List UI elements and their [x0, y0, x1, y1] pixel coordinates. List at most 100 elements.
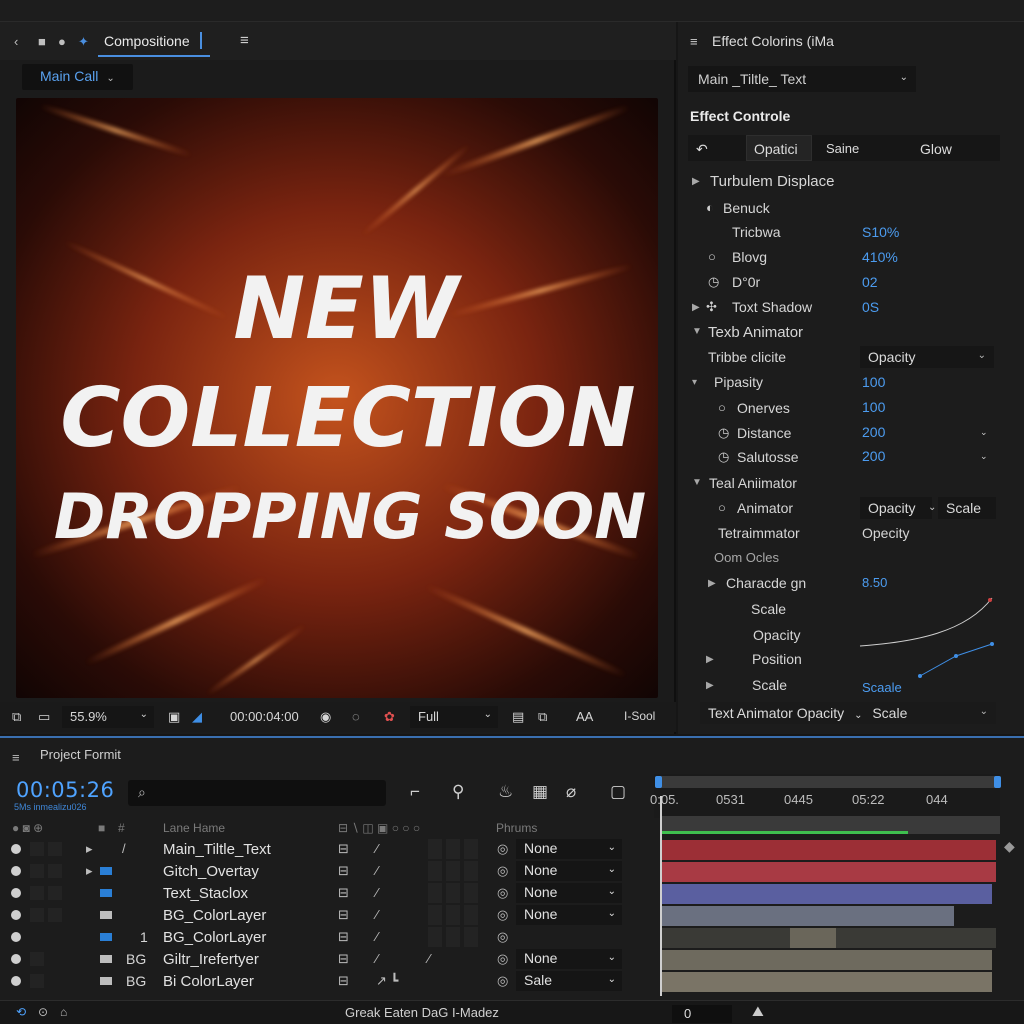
layer-search-input[interactable]: ⌕	[128, 780, 386, 806]
parent-select[interactable]: None ⌄	[516, 839, 622, 859]
layer-name[interactable]: Bi ColorLayer	[163, 973, 254, 990]
characde-label[interactable]: Characde gn	[726, 575, 806, 591]
draft-icon[interactable]: ⌂	[60, 1005, 67, 1019]
text-shadow-value[interactable]: 0S	[862, 299, 879, 315]
stopwatch-icon[interactable]: ◷	[718, 425, 729, 441]
blovg-value[interactable]: 410%	[862, 249, 898, 265]
track-bar[interactable]	[660, 840, 996, 860]
show-snapshot-icon[interactable]: ◌	[352, 709, 360, 724]
pickwhip-icon[interactable]: ◎	[497, 951, 508, 967]
visibility-eye-icon[interactable]	[11, 844, 21, 854]
brush-icon[interactable]: ⌀	[566, 782, 576, 802]
chevron-down-icon[interactable]: ⌄	[980, 451, 988, 462]
switch-cell[interactable]	[446, 883, 460, 903]
text-shadow-label[interactable]: Toxt Shadow	[732, 299, 812, 315]
aa-toggle[interactable]: AA	[576, 709, 593, 724]
switch-cell[interactable]	[464, 927, 478, 947]
circle-outline-icon[interactable]: ○	[718, 400, 726, 415]
layer-row[interactable]: ▸ Gitch_Overtay ⊟ ⁄ ◎ None ⌄	[0, 860, 650, 882]
resolution-dropdown[interactable]: Full ⌄	[410, 706, 498, 728]
layer-name[interactable]: Text_Staclox	[163, 885, 248, 902]
motion-blur-icon[interactable]: ♨	[498, 782, 513, 802]
solo-toggle[interactable]	[48, 908, 62, 922]
layer-name[interactable]: BG_ColorLayer	[163, 929, 266, 946]
shy-switch-icon[interactable]: ⊟	[338, 907, 349, 923]
label-color-swatch[interactable]	[100, 955, 112, 963]
layer-select[interactable]: Main _Tiltle_ Text ⌄	[688, 66, 916, 92]
safe-zone-icon[interactable]: ▣	[168, 709, 180, 725]
parent-select[interactable]: None ⌄	[516, 861, 622, 881]
pickwhip-icon[interactable]: ◎	[497, 929, 508, 945]
layer-row[interactable]: ▸ / Main_Tiltle_Text ⊟ ⁄ ◎ None ⌄	[0, 838, 650, 860]
shy-switch-icon[interactable]: ⊟	[338, 929, 349, 945]
render-toggle-icon[interactable]: ⟲	[16, 1005, 26, 1019]
switch-cell[interactable]	[428, 883, 442, 903]
zoom-dropdown[interactable]: 55.9% ⌄	[62, 706, 154, 728]
solo-toggle[interactable]	[48, 864, 62, 878]
animator-bottom-select[interactable]: Text Animator Opacity ⌄ Scale ⌄	[700, 702, 996, 724]
disclosure-triangle-open-icon[interactable]: ▼	[692, 477, 702, 488]
layer-name-column[interactable]: Lane Hame	[163, 821, 225, 835]
parent-select[interactable]: Sale ⌄	[516, 971, 622, 991]
shy-switch-icon[interactable]: ⊟	[338, 951, 349, 967]
pipasity-value[interactable]: 100	[862, 374, 885, 390]
switch-cell[interactable]	[446, 927, 460, 947]
frame-blend-icon[interactable]: ⊙	[38, 1005, 48, 1019]
track-bar[interactable]	[660, 862, 996, 882]
onerves-value[interactable]: 100	[862, 399, 885, 415]
audio-toggle[interactable]	[30, 864, 44, 878]
visibility-eye-icon[interactable]	[11, 888, 21, 898]
distance-value[interactable]: 200	[862, 424, 885, 440]
audio-toggle[interactable]	[30, 952, 44, 966]
stop-square-icon[interactable]: ■	[38, 34, 46, 49]
parent-select[interactable]: None ⌄	[516, 949, 622, 969]
animator-select-a[interactable]: Opacity	[860, 497, 932, 519]
expand-triangle-icon[interactable]: ▸	[86, 863, 93, 879]
chevron-down-icon[interactable]: ⌄	[980, 427, 988, 438]
disclosure-triangle-open-icon[interactable]: ▼	[692, 326, 702, 337]
track-segment[interactable]	[790, 928, 836, 948]
transparency-grid-icon[interactable]: ◢	[192, 709, 202, 725]
timeline-title[interactable]: Project Formit	[40, 747, 121, 762]
region-icon[interactable]: ⧉	[12, 709, 21, 725]
audio-toggle[interactable]	[30, 886, 44, 900]
solo-toggle[interactable]	[48, 886, 62, 900]
disclosure-triangle-icon[interactable]: ▶	[706, 680, 714, 691]
audio-toggle[interactable]	[30, 842, 44, 856]
layer-row[interactable]: BG_ColorLayer ⊟ ⁄ ◎ None ⌄	[0, 904, 650, 926]
layer-name[interactable]: Main_Tiltle_Text	[163, 841, 271, 858]
parent-column[interactable]: Phrums	[496, 821, 537, 835]
audio-toggle[interactable]	[30, 974, 44, 988]
effect-panel-header[interactable]: Effect Colorins (iMa	[712, 33, 834, 49]
tab-saine[interactable]: Saine	[826, 141, 859, 156]
track-bar[interactable]	[660, 884, 992, 904]
track-bar[interactable]	[660, 950, 992, 970]
label-color-swatch[interactable]	[100, 977, 112, 985]
grid-icon[interactable]: ▦	[532, 782, 548, 802]
quality-switch-icon[interactable]: ⁄	[376, 929, 378, 944]
switch-cell[interactable]	[428, 905, 442, 925]
shy-switch-icon[interactable]: ⊟	[338, 863, 349, 879]
layer-row[interactable]: 1 BG_ColorLayer ⊟ ⁄ ◎	[0, 926, 650, 948]
switch-cell[interactable]	[464, 905, 478, 925]
region-of-interest-icon[interactable]: ▤	[512, 709, 524, 725]
quality-switch-icon[interactable]: ⁄	[376, 907, 378, 922]
keyframe-dot[interactable]	[954, 654, 958, 658]
pickwhip-icon[interactable]: ◎	[497, 863, 508, 879]
tab-composition[interactable]: Compositione	[104, 33, 190, 49]
track-bar[interactable]	[660, 928, 996, 948]
disclosure-triangle-icon[interactable]: ▶	[708, 578, 716, 589]
switch-cell[interactable]	[428, 927, 442, 947]
disclosure-triangle-icon[interactable]: ▶	[692, 176, 700, 187]
label-color-swatch[interactable]	[100, 867, 112, 875]
work-area-bar[interactable]	[655, 776, 1001, 788]
frame-icon[interactable]: ▢	[610, 782, 626, 802]
switch-cell[interactable]	[464, 883, 478, 903]
scroll-diamond-icon[interactable]: ◆	[1004, 838, 1015, 855]
toggle-icon[interactable]: ◐	[706, 200, 714, 215]
quality-switch-icon[interactable]: ⁄	[376, 885, 378, 900]
screen-icon[interactable]: ▭	[38, 709, 50, 725]
playhead[interactable]	[660, 796, 662, 996]
track-bar[interactable]	[660, 906, 954, 926]
text-animator-label[interactable]: Texb Animator	[708, 324, 803, 341]
